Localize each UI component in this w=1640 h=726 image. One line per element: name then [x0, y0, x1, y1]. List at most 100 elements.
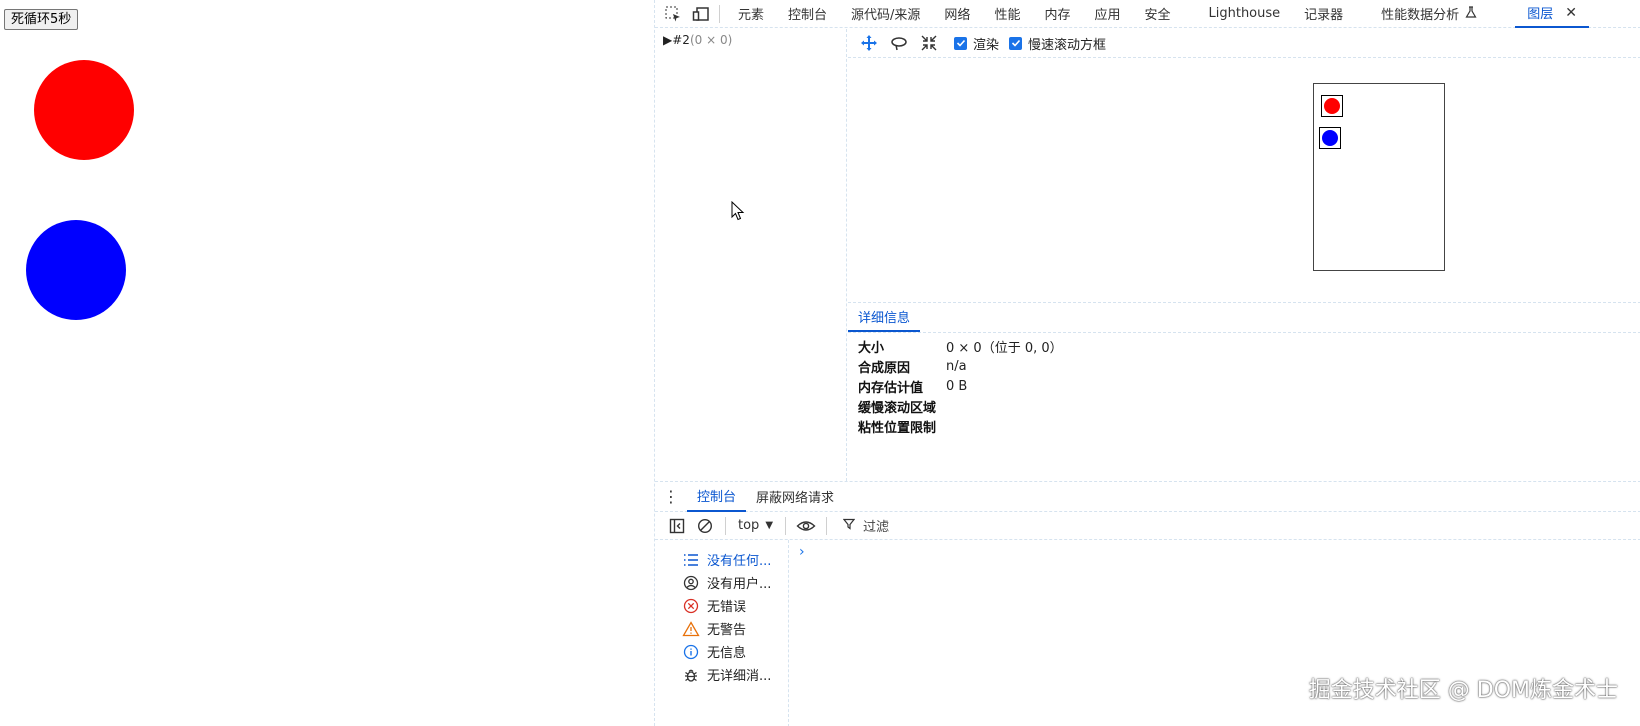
- warning-icon: [681, 619, 701, 639]
- detail-key: 大小: [858, 340, 885, 356]
- detail-row-size: 大小 0 × 0（位于 0, 0）: [848, 336, 1640, 356]
- detail-key: 缓慢滚动区域: [858, 400, 937, 416]
- detail-row-slow-scroll-regions: 缓慢滚动区域: [848, 396, 1640, 416]
- sidebar-item-label: 无警告: [707, 623, 747, 638]
- mouse-cursor-icon: [731, 200, 745, 225]
- drawer-tab-console[interactable]: 控制台: [687, 482, 747, 512]
- close-icon[interactable]: ✕: [1565, 5, 1577, 21]
- user-icon: [681, 573, 701, 593]
- red-circle-thumbnail: [1324, 98, 1340, 114]
- slow-scroll-checkbox[interactable]: 慢速滚动方框: [1009, 34, 1106, 53]
- error-icon: [681, 596, 701, 616]
- layer-node-size: (0 × 0): [689, 33, 733, 47]
- console-sidebar: 没有任何... 没有用户... 无错误 无警告 无信息 无详细消...: [655, 540, 789, 726]
- rotate-mode-icon[interactable]: [884, 29, 914, 57]
- pan-mode-icon[interactable]: [854, 29, 884, 57]
- sidebar-item-warnings[interactable]: 无警告: [655, 617, 788, 640]
- sidebar-item-verbose[interactable]: 无详细消...: [655, 663, 788, 686]
- list-icon: [681, 550, 701, 570]
- checkbox-checked-icon: [1009, 36, 1023, 50]
- page-viewport: 死循环5秒: [0, 0, 654, 726]
- sidebar-item-label: 无详细消...: [707, 669, 772, 684]
- toolbar-divider: [826, 516, 828, 535]
- drawer-tabbar: ⋮ 控制台 屏蔽网络请求: [655, 482, 1640, 512]
- tab-network[interactable]: 网络: [932, 0, 982, 28]
- clear-console-icon[interactable]: [691, 513, 719, 539]
- blue-circle-thumbnail: [1322, 130, 1338, 146]
- checkbox-checked-icon: [954, 36, 967, 50]
- watermark-text: 掘金技术社区 @ DOM炼金术士: [1308, 678, 1618, 703]
- tab-application[interactable]: 应用: [1082, 0, 1132, 28]
- layer-node-name: #2: [672, 33, 690, 47]
- tab-elements[interactable]: 元素: [726, 0, 776, 28]
- tab-layers-label: 图层: [1527, 7, 1554, 22]
- tab-console[interactable]: 控制台: [776, 0, 839, 28]
- console-filter-input[interactable]: 过滤: [842, 516, 889, 535]
- sidebar-item-info[interactable]: 无信息: [655, 640, 788, 663]
- sidebar-item-label: 无错误: [707, 600, 747, 615]
- inspect-element-icon[interactable]: [659, 0, 687, 28]
- layer-preview-blue-layer[interactable]: [1319, 127, 1341, 149]
- layer-details-pane: 详细信息 大小 0 × 0（位于 0, 0） 合成原因 n/a 内存估计值 0 B 缓…: [848, 303, 1640, 481]
- sidebar-toggle-icon[interactable]: [663, 513, 691, 539]
- execution-context-select[interactable]: top ▼: [732, 518, 779, 533]
- sidebar-item-label: 没有任何...: [707, 554, 772, 569]
- context-value: top: [738, 518, 760, 533]
- live-expression-eye-icon[interactable]: [792, 513, 820, 539]
- detail-value: 0 B: [946, 378, 968, 394]
- layer-3d-viewer: 渲染 慢速滚动方框: [848, 29, 1640, 303]
- detail-key: 合成原因: [858, 360, 911, 376]
- drawer-tab-network-blocking[interactable]: 屏蔽网络请求: [746, 482, 844, 512]
- toolbar-divider: [725, 516, 726, 535]
- console-prompt-chevron-icon[interactable]: ›: [799, 544, 805, 560]
- details-tabbar: 详细信息: [848, 303, 1640, 333]
- detail-row-memory-estimate: 内存估计值 0 B: [848, 376, 1640, 396]
- detail-row-compositing-reasons: 合成原因 n/a: [848, 356, 1640, 376]
- blue-circle: [26, 220, 126, 320]
- sidebar-item-all-messages[interactable]: 没有任何...: [655, 548, 788, 571]
- sidebar-item-user-messages[interactable]: 没有用户...: [655, 571, 788, 594]
- tab-performance-insights-label: 性能数据分析: [1381, 8, 1460, 23]
- devtools-tabbar: 元素 控制台 源代码/来源 网络 性能 内存 应用 安全 Lighthouse …: [655, 0, 1640, 28]
- sidebar-item-label: 无信息: [707, 646, 747, 661]
- tab-recorder[interactable]: 记录器: [1292, 0, 1355, 28]
- dropdown-triangle-icon: ▼: [765, 520, 774, 531]
- bug-icon: [681, 665, 701, 685]
- layer-preview-page[interactable]: [1313, 83, 1445, 271]
- layer-preview-red-layer[interactable]: [1321, 95, 1343, 117]
- tab-sources[interactable]: 源代码/来源: [839, 0, 932, 28]
- layer-tree: ▶#2(0 × 0): [655, 29, 847, 481]
- detail-row-sticky-position: 粘性位置限制: [848, 416, 1640, 436]
- slow-scroll-checkbox-label: 慢速滚动方框: [1028, 37, 1107, 53]
- detail-value: 0 × 0（位于 0, 0）: [946, 340, 1063, 356]
- toolbar-divider: [719, 4, 720, 23]
- more-options-icon[interactable]: ⋮: [655, 487, 687, 506]
- tab-memory[interactable]: 内存: [1032, 0, 1082, 28]
- detail-key: 粘性位置限制: [858, 420, 937, 436]
- detail-key: 内存估计值: [858, 380, 924, 396]
- detail-value: n/a: [946, 358, 967, 374]
- reset-transform-icon[interactable]: [914, 29, 944, 57]
- info-icon: [681, 642, 701, 662]
- tab-details[interactable]: 详细信息: [848, 302, 921, 332]
- expand-triangle-icon[interactable]: ▶: [663, 33, 672, 47]
- layer-viewer-toolbar: 渲染 慢速滚动方框: [848, 29, 1640, 58]
- toolbar-divider: [785, 516, 787, 535]
- paint-checkbox[interactable]: 渲染: [954, 34, 999, 53]
- sidebar-item-errors[interactable]: 无错误: [655, 594, 788, 617]
- experiment-flask-icon: [1465, 5, 1477, 22]
- devtools-panel: 元素 控制台 源代码/来源 网络 性能 内存 应用 安全 Lighthouse …: [654, 0, 1640, 726]
- infinite-loop-button[interactable]: 死循环5秒: [4, 9, 79, 30]
- console-toolbar: top ▼ 过滤: [655, 512, 1640, 540]
- tab-lighthouse[interactable]: Lighthouse: [1197, 0, 1293, 28]
- layer-tree-node[interactable]: ▶#2(0 × 0): [663, 33, 732, 47]
- red-circle: [34, 60, 134, 160]
- filter-funnel-icon: [842, 518, 856, 534]
- device-toolbar-icon[interactable]: [687, 0, 715, 28]
- tab-performance[interactable]: 性能: [982, 0, 1032, 28]
- sidebar-item-label: 没有用户...: [707, 577, 772, 592]
- paint-checkbox-label: 渲染: [973, 37, 1000, 53]
- tab-security[interactable]: 安全: [1132, 0, 1182, 28]
- tab-performance-insights[interactable]: 性能数据分析: [1369, 0, 1489, 28]
- tab-layers[interactable]: 图层 ✕: [1515, 0, 1589, 28]
